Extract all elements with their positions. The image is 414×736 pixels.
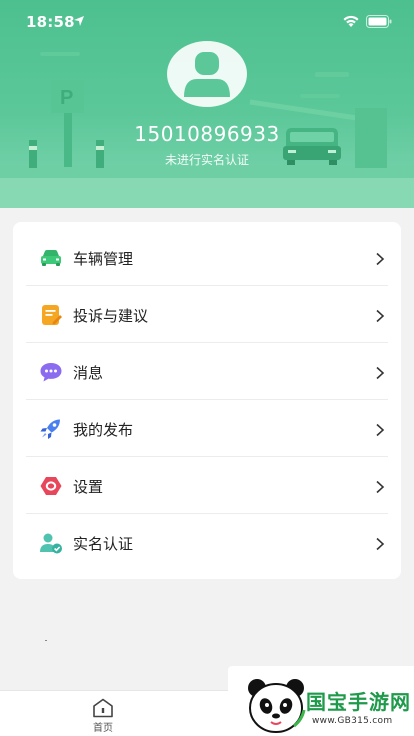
- chevron-right-icon: [375, 479, 385, 494]
- car-icon: [39, 247, 63, 269]
- site-watermark: 国宝手游网 www.GB315.com: [228, 666, 414, 736]
- verification-status[interactable]: 未进行实名认证: [0, 151, 414, 168]
- menu-item-my-posts[interactable]: 我的发布: [13, 401, 401, 457]
- message-icon: [39, 361, 63, 383]
- battery-icon: [366, 14, 392, 28]
- status-time: 18:58: [26, 13, 75, 31]
- menu-item-label: 我的发布: [73, 421, 134, 439]
- menu-item-real-name-verification[interactable]: 实名认证: [13, 515, 401, 571]
- divider: [26, 456, 388, 457]
- chevron-right-icon: [375, 308, 385, 323]
- menu-item-label: 实名认证: [73, 535, 134, 553]
- divider: [26, 399, 388, 400]
- status-indicators: [342, 14, 392, 28]
- chevron-right-icon: [375, 536, 385, 551]
- menu-item-label: 设置: [73, 478, 104, 496]
- stray-dot: [45, 640, 47, 641]
- menu-item-feedback[interactable]: 投诉与建议: [13, 287, 401, 343]
- menu-item-vehicle-management[interactable]: 车辆管理: [13, 230, 401, 286]
- profile-header: P 18:58 15010896933 未进行实名认证: [0, 0, 414, 208]
- panda-logo-icon: [248, 679, 306, 733]
- divider: [26, 342, 388, 343]
- svg-text:P: P: [60, 87, 73, 109]
- divider: [26, 285, 388, 286]
- rocket-icon: [39, 418, 63, 440]
- phone-number: 15010896933: [134, 122, 280, 146]
- menu-item-label: 消息: [73, 364, 104, 382]
- wifi-icon: [343, 15, 359, 27]
- location-arrow-icon: [74, 16, 84, 26]
- home-icon: [93, 698, 113, 718]
- profile-page: P 18:58 15010896933 未进行实名认证 车辆管理 投诉与建议 消…: [0, 0, 414, 736]
- chevron-right-icon: [375, 365, 385, 380]
- watermark-url: www.GB315.com: [312, 716, 393, 726]
- divider: [26, 513, 388, 514]
- verified-user-icon: [39, 532, 63, 554]
- menu-item-messages[interactable]: 消息: [13, 344, 401, 400]
- tab-home-label: 首页: [93, 723, 113, 734]
- menu-item-label: 车辆管理: [73, 250, 134, 268]
- menu-item-label: 投诉与建议: [73, 307, 149, 325]
- avatar[interactable]: [167, 41, 247, 107]
- tab-home[interactable]: 首页: [78, 696, 128, 734]
- feedback-icon: [39, 304, 63, 326]
- watermark-title: 国宝手游网: [306, 690, 411, 714]
- chevron-right-icon: [375, 422, 385, 437]
- menu-card: 车辆管理 投诉与建议 消息 我的发布 设置 实名认证: [13, 222, 401, 579]
- status-bar: 18:58: [0, 0, 414, 44]
- menu-item-settings[interactable]: 设置: [13, 458, 401, 514]
- settings-icon: [39, 475, 63, 497]
- chevron-right-icon: [375, 251, 385, 266]
- user-avatar-icon: [184, 52, 230, 97]
